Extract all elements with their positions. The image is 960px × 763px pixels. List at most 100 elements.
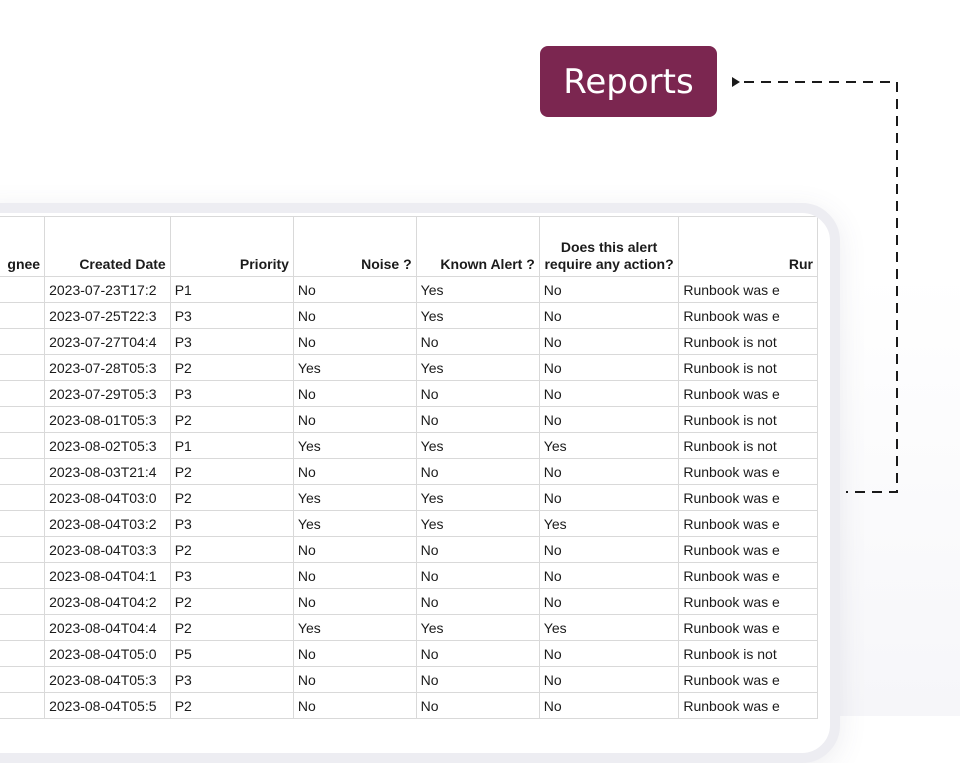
- known-alert-cell[interactable]: No: [415, 536, 540, 563]
- known-alert-cell[interactable]: Yes: [415, 614, 540, 641]
- runbook-cell[interactable]: Runbook was e: [678, 380, 818, 407]
- priority-cell[interactable]: P2: [169, 614, 294, 641]
- assignee-cell[interactable]: umar: [0, 432, 46, 459]
- noise-cell[interactable]: No: [292, 692, 417, 719]
- requires-action-cell[interactable]: No: [538, 458, 680, 485]
- requires-action-cell[interactable]: No: [538, 328, 680, 355]
- runbook-cell[interactable]: Runbook was e: [678, 510, 818, 537]
- runbook-cell[interactable]: Runbook was e: [678, 666, 818, 693]
- runbook-cell[interactable]: Runbook was e: [678, 536, 818, 563]
- requires-action-cell[interactable]: Yes: [538, 510, 680, 537]
- requires-action-cell[interactable]: No: [538, 562, 680, 589]
- known-alert-cell[interactable]: Yes: [415, 510, 540, 537]
- noise-cell[interactable]: No: [292, 588, 417, 615]
- runbook-cell[interactable]: Runbook was e: [678, 588, 818, 615]
- runbook-cell[interactable]: Runbook is not: [678, 432, 818, 459]
- column-header-requires-action[interactable]: Does this alert require any action?: [538, 216, 680, 277]
- priority-cell[interactable]: P1: [169, 432, 294, 459]
- runbook-cell[interactable]: Runbook was e: [678, 458, 818, 485]
- priority-cell[interactable]: P5: [169, 640, 294, 667]
- runbook-cell[interactable]: Runbook was e: [678, 614, 818, 641]
- assignee-cell[interactable]: rkle: [0, 380, 46, 407]
- priority-cell[interactable]: P3: [169, 380, 294, 407]
- created-date-cell[interactable]: 2023-07-27T04:4: [44, 328, 171, 355]
- known-alert-cell[interactable]: No: [415, 328, 540, 355]
- runbook-cell[interactable]: Runbook is not: [678, 640, 818, 667]
- known-alert-cell[interactable]: No: [415, 666, 540, 693]
- noise-cell[interactable]: No: [292, 406, 417, 433]
- known-alert-cell[interactable]: No: [415, 692, 540, 719]
- noise-cell[interactable]: Yes: [292, 432, 417, 459]
- known-alert-cell[interactable]: No: [415, 380, 540, 407]
- priority-cell[interactable]: P2: [169, 692, 294, 719]
- column-header-runbook[interactable]: Rur: [678, 216, 818, 277]
- created-date-cell[interactable]: 2023-08-04T04:2: [44, 588, 171, 615]
- created-date-cell[interactable]: 2023-07-28T05:3: [44, 354, 171, 381]
- known-alert-cell[interactable]: Yes: [415, 276, 540, 303]
- noise-cell[interactable]: No: [292, 380, 417, 407]
- priority-cell[interactable]: P3: [169, 510, 294, 537]
- priority-cell[interactable]: P3: [169, 328, 294, 355]
- priority-cell[interactable]: P2: [169, 406, 294, 433]
- created-date-cell[interactable]: 2023-08-04T05:0: [44, 640, 171, 667]
- priority-cell[interactable]: P2: [169, 536, 294, 563]
- noise-cell[interactable]: Yes: [292, 484, 417, 511]
- runbook-cell[interactable]: Runbook was e: [678, 484, 818, 511]
- column-header-created-date[interactable]: Created Date: [44, 216, 171, 277]
- created-date-cell[interactable]: 2023-08-04T03:3: [44, 536, 171, 563]
- column-header-priority[interactable]: Priority: [169, 216, 294, 277]
- priority-cell[interactable]: P3: [169, 302, 294, 329]
- assignee-cell[interactable]: rkle: [0, 302, 46, 329]
- assignee-cell[interactable]: umar: [0, 458, 46, 485]
- requires-action-cell[interactable]: No: [538, 536, 680, 563]
- created-date-cell[interactable]: 2023-08-04T04:4: [44, 614, 171, 641]
- requires-action-cell[interactable]: No: [538, 380, 680, 407]
- noise-cell[interactable]: No: [292, 328, 417, 355]
- column-header-assignee[interactable]: gnee: [0, 216, 46, 277]
- requires-action-cell[interactable]: No: [538, 666, 680, 693]
- created-date-cell[interactable]: 2023-08-04T03:0: [44, 484, 171, 511]
- created-date-cell[interactable]: 2023-08-01T05:3: [44, 406, 171, 433]
- created-date-cell[interactable]: 2023-08-04T05:3: [44, 666, 171, 693]
- assignee-cell[interactable]: umar: [0, 484, 46, 511]
- priority-cell[interactable]: P3: [169, 562, 294, 589]
- created-date-cell[interactable]: 2023-08-03T21:4: [44, 458, 171, 485]
- known-alert-cell[interactable]: Yes: [415, 302, 540, 329]
- priority-cell[interactable]: P3: [169, 666, 294, 693]
- assignee-cell[interactable]: umar: [0, 666, 46, 693]
- requires-action-cell[interactable]: No: [538, 484, 680, 511]
- runbook-cell[interactable]: Runbook is not: [678, 354, 818, 381]
- created-date-cell[interactable]: 2023-08-04T04:1: [44, 562, 171, 589]
- assignee-cell[interactable]: rkle: [0, 406, 46, 433]
- noise-cell[interactable]: No: [292, 666, 417, 693]
- reports-button[interactable]: Reports: [540, 46, 717, 117]
- noise-cell[interactable]: Yes: [292, 354, 417, 381]
- noise-cell[interactable]: No: [292, 640, 417, 667]
- noise-cell[interactable]: No: [292, 276, 417, 303]
- noise-cell[interactable]: No: [292, 536, 417, 563]
- runbook-cell[interactable]: Runbook was e: [678, 302, 818, 329]
- created-date-cell[interactable]: 2023-08-04T03:2: [44, 510, 171, 537]
- requires-action-cell[interactable]: Yes: [538, 432, 680, 459]
- noise-cell[interactable]: No: [292, 458, 417, 485]
- assignee-cell[interactable]: umar: [0, 562, 46, 589]
- runbook-cell[interactable]: Runbook was e: [678, 692, 818, 719]
- assignee-cell[interactable]: umar: [0, 692, 46, 719]
- priority-cell[interactable]: P1: [169, 276, 294, 303]
- runbook-cell[interactable]: Runbook was e: [678, 562, 818, 589]
- noise-cell[interactable]: No: [292, 562, 417, 589]
- priority-cell[interactable]: P2: [169, 354, 294, 381]
- created-date-cell[interactable]: 2023-07-25T22:3: [44, 302, 171, 329]
- priority-cell[interactable]: P2: [169, 588, 294, 615]
- requires-action-cell[interactable]: No: [538, 354, 680, 381]
- requires-action-cell[interactable]: No: [538, 588, 680, 615]
- known-alert-cell[interactable]: No: [415, 640, 540, 667]
- requires-action-cell[interactable]: No: [538, 302, 680, 329]
- column-header-known-alert[interactable]: Known Alert ?: [415, 216, 540, 277]
- noise-cell[interactable]: No: [292, 302, 417, 329]
- assignee-cell[interactable]: umar: [0, 640, 46, 667]
- created-date-cell[interactable]: 2023-07-23T17:2: [44, 276, 171, 303]
- created-date-cell[interactable]: 2023-08-04T05:5: [44, 692, 171, 719]
- priority-cell[interactable]: P2: [169, 484, 294, 511]
- priority-cell[interactable]: P2: [169, 458, 294, 485]
